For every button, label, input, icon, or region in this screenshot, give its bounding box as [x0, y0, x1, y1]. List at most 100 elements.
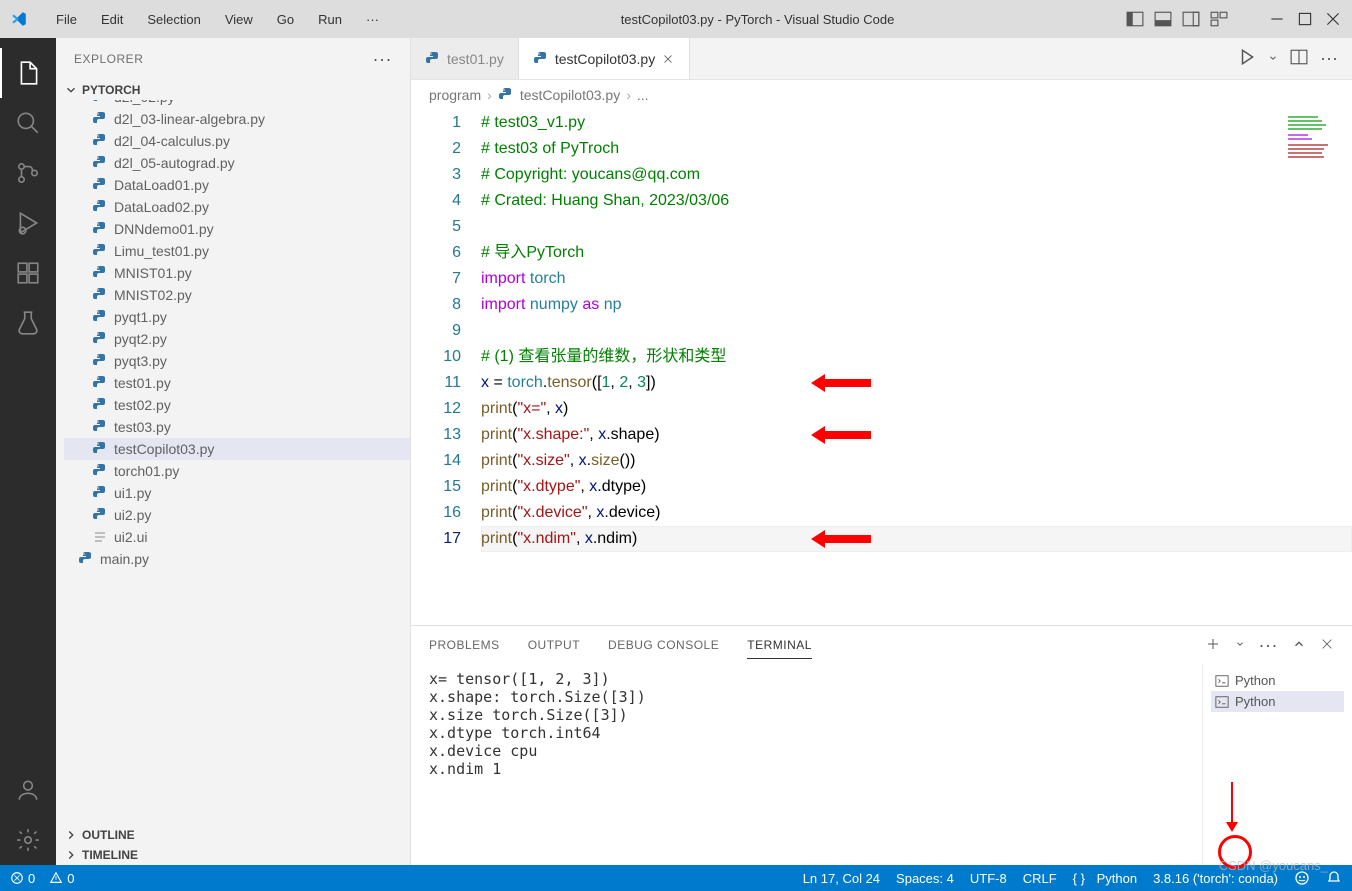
- panel-maximize-icon[interactable]: [1292, 637, 1306, 654]
- new-terminal-icon[interactable]: [1205, 636, 1221, 655]
- code-line[interactable]: [481, 214, 1352, 240]
- code-line[interactable]: # Crated: Huang Shan, 2023/03/06: [481, 188, 1352, 214]
- panel-tab-problems[interactable]: PROBLEMS: [429, 632, 500, 658]
- status-notifications-icon[interactable]: [1326, 870, 1342, 886]
- panel-tab-debug-console[interactable]: DEBUG CONSOLE: [608, 632, 719, 658]
- search-activity-icon[interactable]: [0, 98, 56, 148]
- file-item[interactable]: test02.py: [64, 394, 410, 416]
- editor-tab[interactable]: test01.py: [411, 38, 519, 79]
- file-item[interactable]: ui2.ui: [64, 526, 410, 548]
- status-eol[interactable]: CRLF: [1023, 871, 1057, 886]
- menu-go[interactable]: Go: [267, 8, 304, 31]
- file-item[interactable]: DNNdemo01.py: [64, 218, 410, 240]
- close-button[interactable]: [1324, 10, 1342, 28]
- outline-section-header[interactable]: OUTLINE: [56, 825, 410, 845]
- code-line[interactable]: print("x.shape:", x.shape): [481, 422, 1352, 448]
- explorer-activity-icon[interactable]: [0, 48, 56, 98]
- file-item[interactable]: d2l_03-linear-algebra.py: [64, 108, 410, 130]
- terminal-output[interactable]: x= tensor([1, 2, 3]) x.shape: torch.Size…: [411, 664, 1202, 865]
- status-spaces[interactable]: Spaces: 4: [896, 871, 954, 886]
- file-item[interactable]: d2l_04-calculus.py: [64, 130, 410, 152]
- terminal-instance[interactable]: Python: [1211, 691, 1344, 712]
- maximize-button[interactable]: [1296, 10, 1314, 28]
- file-item[interactable]: test01.py: [64, 372, 410, 394]
- file-tree[interactable]: d2l_02.pyd2l_03-linear-algebra.pyd2l_04-…: [56, 100, 410, 825]
- editor-more-icon[interactable]: ···: [1320, 48, 1338, 69]
- file-item[interactable]: main.py: [64, 548, 410, 570]
- file-item[interactable]: DataLoad01.py: [64, 174, 410, 196]
- run-dropdown-icon[interactable]: [1268, 51, 1278, 66]
- settings-activity-icon[interactable]: [0, 815, 56, 865]
- code-line[interactable]: [481, 318, 1352, 344]
- explorer-more-icon[interactable]: ···: [373, 49, 392, 70]
- extensions-activity-icon[interactable]: [0, 248, 56, 298]
- file-item[interactable]: ui2.py: [64, 504, 410, 526]
- menu-view[interactable]: View: [215, 8, 263, 31]
- panel-tab-terminal[interactable]: TERMINAL: [747, 632, 812, 659]
- file-item[interactable]: testCopilot03.py: [64, 438, 410, 460]
- breadcrumb-more[interactable]: ...: [637, 87, 649, 103]
- menu-run[interactable]: Run: [308, 8, 352, 31]
- run-button-icon[interactable]: [1238, 48, 1256, 69]
- code-line[interactable]: print("x=", x): [481, 396, 1352, 422]
- file-item[interactable]: MNIST01.py: [64, 262, 410, 284]
- layout-sidebar-left-icon[interactable]: [1126, 10, 1144, 28]
- layout-customize-icon[interactable]: [1210, 10, 1228, 28]
- terminal-dropdown-icon[interactable]: [1235, 638, 1245, 652]
- file-item[interactable]: MNIST02.py: [64, 284, 410, 306]
- breadcrumb-root[interactable]: program: [429, 87, 481, 103]
- file-item[interactable]: pyqt1.py: [64, 306, 410, 328]
- accounts-activity-icon[interactable]: [0, 765, 56, 815]
- editor-tab[interactable]: testCopilot03.py: [519, 38, 690, 79]
- code-line[interactable]: # test03_v1.py: [481, 110, 1352, 136]
- status-errors[interactable]: 0: [10, 871, 35, 886]
- close-icon[interactable]: [661, 52, 675, 66]
- file-item[interactable]: test03.py: [64, 416, 410, 438]
- code-line[interactable]: import torch: [481, 266, 1352, 292]
- code-editor[interactable]: 1234567891011121314151617 # test03_v1.py…: [411, 110, 1352, 625]
- menu-edit[interactable]: Edit: [91, 8, 133, 31]
- minimap[interactable]: [1286, 114, 1336, 174]
- file-item[interactable]: Limu_test01.py: [64, 240, 410, 262]
- file-item[interactable]: torch01.py: [64, 460, 410, 482]
- file-item[interactable]: pyqt3.py: [64, 350, 410, 372]
- file-item[interactable]: pyqt2.py: [64, 328, 410, 350]
- code-content[interactable]: # test03_v1.py# test03 of PyTroch# Copyr…: [481, 110, 1352, 625]
- terminal-instance[interactable]: Python: [1211, 670, 1344, 691]
- breadcrumbs[interactable]: program › testCopilot03.py › ...: [411, 80, 1352, 110]
- run-debug-activity-icon[interactable]: [0, 198, 56, 248]
- panel-tab-output[interactable]: OUTPUT: [528, 632, 580, 658]
- layout-panel-icon[interactable]: [1154, 10, 1172, 28]
- source-control-activity-icon[interactable]: [0, 148, 56, 198]
- menu-···[interactable]: ···: [356, 8, 389, 31]
- status-language[interactable]: { } Python: [1073, 871, 1137, 886]
- testing-activity-icon[interactable]: [0, 298, 56, 348]
- minimize-button[interactable]: [1268, 10, 1286, 28]
- file-item[interactable]: ui1.py: [64, 482, 410, 504]
- file-item[interactable]: d2l_05-autograd.py: [64, 152, 410, 174]
- code-line[interactable]: # test03 of PyTroch: [481, 136, 1352, 162]
- code-line[interactable]: # (1) 查看张量的维数，形状和类型: [481, 344, 1352, 370]
- code-line[interactable]: # Copyright: youcans@qq.com: [481, 162, 1352, 188]
- code-line[interactable]: import numpy as np: [481, 292, 1352, 318]
- split-editor-icon[interactable]: [1290, 48, 1308, 69]
- menu-selection[interactable]: Selection: [137, 8, 210, 31]
- code-line[interactable]: print("x.dtype", x.dtype): [481, 474, 1352, 500]
- code-line[interactable]: print("x.device", x.device): [481, 500, 1352, 526]
- status-encoding[interactable]: UTF-8: [970, 871, 1007, 886]
- file-item[interactable]: d2l_02.py: [64, 100, 410, 108]
- file-item[interactable]: DataLoad02.py: [64, 196, 410, 218]
- panel-more-icon[interactable]: ···: [1259, 635, 1278, 656]
- code-line[interactable]: print("x.ndim", x.ndim): [481, 526, 1352, 552]
- layout-sidebar-right-icon[interactable]: [1182, 10, 1200, 28]
- code-line[interactable]: x = torch.tensor([1, 2, 3]): [481, 370, 1352, 396]
- panel-close-icon[interactable]: [1320, 637, 1334, 654]
- timeline-section-header[interactable]: TIMELINE: [56, 845, 410, 865]
- code-line[interactable]: print("x.size", x.size()): [481, 448, 1352, 474]
- project-section-header[interactable]: PYTORCH: [56, 80, 410, 100]
- breadcrumb-file[interactable]: testCopilot03.py: [520, 87, 620, 103]
- code-line[interactable]: # 导入PyTorch: [481, 240, 1352, 266]
- status-cursor[interactable]: Ln 17, Col 24: [803, 871, 880, 886]
- menu-file[interactable]: File: [46, 8, 87, 31]
- status-warnings[interactable]: 0: [49, 871, 74, 886]
